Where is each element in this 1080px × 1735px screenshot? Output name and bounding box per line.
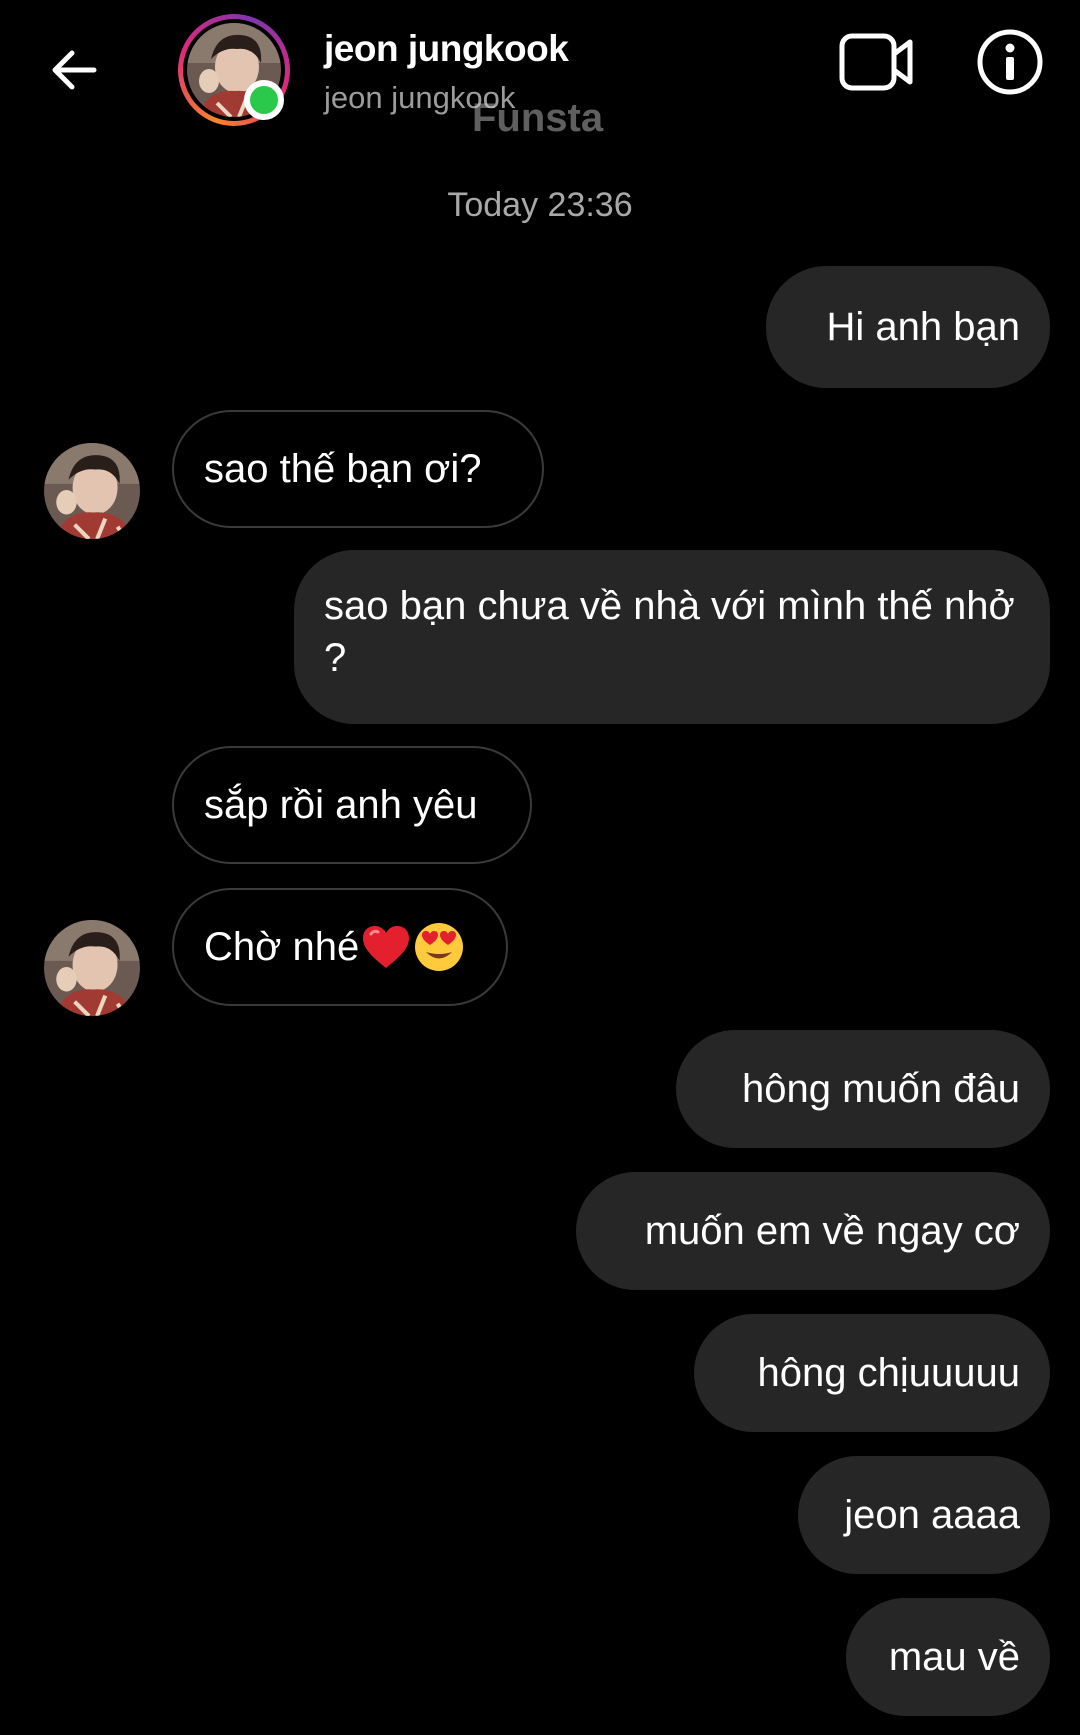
message-text: mau về <box>888 1635 1020 1679</box>
received-message[interactable]: sắp rồi anh yêu <box>172 746 532 864</box>
red-heart-icon <box>363 926 410 968</box>
video-camera-icon <box>839 33 913 91</box>
arrow-left-icon <box>52 50 97 90</box>
conversation-timestamp: Today 23:36 <box>447 186 633 224</box>
sender-avatar[interactable] <box>44 443 140 539</box>
received-message[interactable]: Chờ nhé <box>172 888 508 1006</box>
message-text: sao thế bạn ơi? <box>204 447 482 491</box>
message-text: hông chịuuuuu <box>757 1351 1020 1395</box>
info-button[interactable] <box>976 28 1044 96</box>
contact-name[interactable]: jeon jungkook <box>324 28 569 70</box>
sent-message[interactable]: muốn em về ngay cơ <box>576 1172 1050 1290</box>
heart-eyes-emoji-icon <box>415 923 464 971</box>
message-text: hông muốn đâu <box>741 1067 1020 1111</box>
message-text: Hi anh bạn <box>826 305 1020 349</box>
sent-message[interactable]: Hi anh bạn <box>766 266 1050 388</box>
online-status-dot <box>244 80 284 120</box>
message-text: Chờ nhé <box>204 925 360 969</box>
received-message[interactable]: sao thế bạn ơi? <box>172 410 544 528</box>
info-icon <box>977 29 1043 95</box>
message-text: jeon aaaa <box>844 1493 1020 1537</box>
sent-message[interactable]: mau về <box>846 1598 1050 1716</box>
message-text: muốn em về ngay cơ <box>644 1209 1020 1253</box>
sent-message[interactable]: hông chịuuuuu <box>694 1314 1050 1432</box>
back-button[interactable] <box>44 40 104 100</box>
sent-message[interactable]: hông muốn đâu <box>676 1030 1050 1148</box>
sender-avatar[interactable] <box>44 920 140 1016</box>
video-call-button[interactable] <box>838 30 914 94</box>
message-text: sắp rồi anh yêu <box>204 783 478 827</box>
sent-message[interactable]: jeon aaaa <box>798 1456 1050 1574</box>
chat-header: jeon jungkook jeon jungkook Funsta <box>0 0 1080 140</box>
sent-message[interactable]: sao bạn chưa về nhà với mình thế nhở ? <box>294 550 1050 724</box>
message-text: sao bạn chưa về nhà với mình thế nhở ? <box>324 584 1015 680</box>
watermark: Funsta <box>472 96 604 140</box>
